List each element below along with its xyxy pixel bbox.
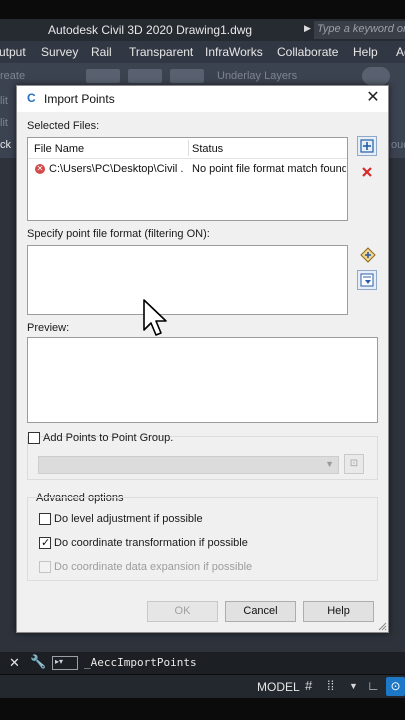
close-icon[interactable]: ✕	[364, 89, 382, 107]
tab-transparent[interactable]: Transparent	[129, 45, 193, 59]
ribbon-ghost-label: reate	[0, 70, 26, 82]
add-points-to-group-label: Add Points to Point Group.	[43, 432, 174, 444]
ribbon-ghost-icon	[170, 69, 204, 83]
chevron-down-icon: ▼	[325, 459, 334, 469]
wrench-icon[interactable]: 🔧	[30, 654, 46, 670]
status-bar: MODEL # ⁞⁞ ▼ ∟ ⊙	[0, 675, 405, 698]
model-space-button[interactable]: MODEL	[257, 680, 300, 694]
header-divider	[28, 158, 347, 159]
selected-files-list[interactable]: File Name Status ✕ C:\Users\PC\Desktop\C…	[27, 137, 348, 221]
chevron-down-icon[interactable]: ▼	[349, 681, 358, 691]
column-divider[interactable]	[188, 140, 189, 156]
tab-rail[interactable]: Rail	[91, 45, 112, 59]
ok-button[interactable]: OK	[147, 601, 218, 622]
mouse-pointer-icon	[143, 299, 167, 336]
filter-icon	[360, 273, 374, 287]
coordinate-expansion-label: Do coordinate data expansion if possible	[54, 561, 253, 573]
ribbon-ghost-label: ck	[0, 139, 11, 151]
import-points-dialog: C Import Points ✕ Selected Files: File N…	[16, 85, 389, 633]
point-file-format-list[interactable]	[27, 245, 348, 315]
preview-label: Preview:	[27, 322, 70, 334]
preview-panel	[27, 337, 378, 423]
app-title: Autodesk Civil 3D 2020 Drawing1.dwg	[48, 23, 253, 37]
add-points-to-group-checkbox[interactable]	[28, 432, 40, 444]
dialog-titlebar[interactable]: C Import Points ✕	[17, 86, 388, 112]
tab-infraworks[interactable]: InfraWorks	[205, 45, 263, 59]
point-file-format-label: Specify point file format (filtering ON)…	[27, 228, 210, 240]
tab-output[interactable]: utput	[0, 45, 26, 59]
column-header-status[interactable]: Status	[192, 143, 223, 155]
app-titlebar: Autodesk Civil 3D 2020 Drawing1.dwg ▶ Ty…	[0, 19, 405, 41]
resize-grip-icon[interactable]	[377, 621, 387, 631]
format-manager-icon	[360, 247, 376, 263]
ribbon-ghost-label: ouc	[391, 139, 405, 151]
ortho-icon[interactable]: ∟	[367, 678, 380, 693]
tab-addins[interactable]: Ad	[396, 45, 405, 59]
level-adjustment-label: Do level adjustment if possible	[54, 513, 203, 525]
error-icon: ✕	[35, 164, 45, 174]
underlay-layers-label: Underlay Layers	[217, 70, 298, 82]
level-adjustment-checkbox[interactable]	[39, 513, 51, 525]
ribbon-ghost-label: lit	[0, 117, 8, 129]
ribbon-ghost-icon	[362, 67, 390, 85]
ribbon-ghost-label: lit	[0, 95, 8, 107]
tab-survey[interactable]: Survey	[41, 45, 78, 59]
coordinate-expansion-checkbox[interactable]	[39, 561, 51, 573]
column-header-file-name[interactable]: File Name	[34, 143, 84, 155]
arrow-right-icon[interactable]: ▶	[304, 23, 311, 34]
add-files-button[interactable]	[357, 136, 377, 156]
selected-files-label: Selected Files:	[27, 120, 100, 132]
file-status-cell[interactable]: No point file format match found	[192, 163, 346, 175]
delete-x-icon	[362, 167, 372, 177]
command-text: _AeccImportPoints	[84, 656, 197, 669]
cancel-button[interactable]: Cancel	[225, 601, 296, 622]
command-prompt-icon[interactable]: ▸▾	[52, 656, 78, 670]
grid-icon[interactable]: #	[305, 678, 312, 693]
coordinate-transformation-label: Do coordinate transformation if possible	[54, 537, 248, 549]
remove-file-button[interactable]	[357, 162, 377, 182]
polar-tracking-icon[interactable]: ⊙	[386, 677, 405, 696]
tab-collaborate[interactable]: Collaborate	[277, 45, 338, 59]
ribbon-ghost-icon	[128, 69, 162, 83]
file-name-cell[interactable]: C:\Users\PC\Desktop\Civil ...	[49, 163, 183, 175]
tab-help[interactable]: Help	[353, 45, 378, 59]
ribbon-tab-bar: utput Survey Rail Transparent InfraWorks…	[0, 41, 405, 63]
ribbon-ghost-icon	[86, 69, 120, 83]
coordinate-transformation-checkbox[interactable]	[39, 536, 51, 549]
dialog-title: Import Points	[44, 92, 115, 106]
point-file-format-manager-button[interactable]	[357, 244, 377, 264]
point-group-dropdown[interactable]: ▼	[38, 456, 339, 474]
help-button[interactable]: Help	[303, 601, 374, 622]
add-files-icon	[360, 139, 374, 153]
close-icon[interactable]: ✕	[9, 655, 20, 671]
search-input[interactable]: Type a keyword or p	[314, 21, 405, 39]
civil3d-app-icon: C	[27, 91, 36, 105]
command-line[interactable]: ✕ 🔧 ▸▾ _AeccImportPoints	[0, 652, 405, 674]
snap-icon[interactable]: ⁞⁞	[327, 678, 334, 693]
select-point-group-button[interactable]: ⊡	[344, 454, 364, 474]
filter-formats-button[interactable]	[357, 270, 377, 290]
